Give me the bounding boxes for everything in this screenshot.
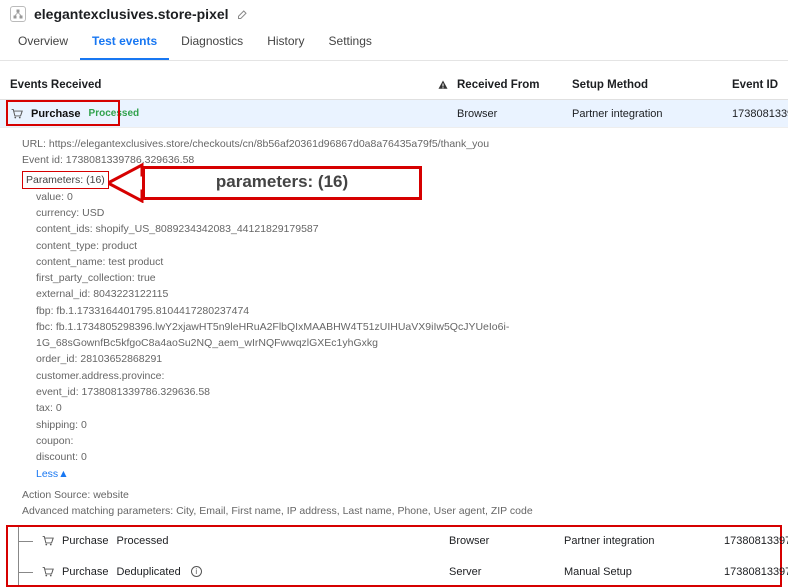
less-link[interactable]: Less▲ xyxy=(36,466,69,482)
param-row: event_id: 1738081339786.329636.58 xyxy=(36,384,778,400)
param-key: fbc: xyxy=(36,321,53,333)
param-key: shipping: xyxy=(36,419,78,431)
param-row: currency: USD xyxy=(36,205,778,221)
param-value: 0 xyxy=(64,191,73,203)
param-key: tax: xyxy=(36,402,53,414)
param-row: content_name: test product xyxy=(36,254,778,270)
param-row: order_id: 28103652868291 xyxy=(36,351,778,367)
action-source-value: website xyxy=(93,489,129,501)
param-key: content_name: xyxy=(36,256,105,268)
param-value: shopify_US_8089234342083_44121829179587 xyxy=(93,223,319,235)
param-value: 0 xyxy=(78,451,87,463)
event-name: Purchase xyxy=(62,566,108,578)
param-value: fb.1.1733164401795.810441728023747­4 xyxy=(54,305,250,317)
param-value: 1738081339786.329636.58 xyxy=(79,386,210,398)
param-row: external_id: 8043223122115 xyxy=(36,286,778,302)
param-key: discount: xyxy=(36,451,78,463)
url-key: URL: xyxy=(22,138,46,150)
param-value: test product xyxy=(105,256,163,268)
param-key: value: xyxy=(36,191,64,203)
param-row: content_type: product xyxy=(36,238,778,254)
param-row: tax: 0 xyxy=(36,400,778,416)
param-value: fb.1.1734805298396.lwY2xjawHT5n9leHRuA2F… xyxy=(36,321,509,349)
url-value: https://elegantexclusives.store/checkout… xyxy=(49,138,489,150)
param-value: 8043223122115 xyxy=(90,288,168,300)
param-value: 28103652868291 xyxy=(77,353,162,365)
parameters-list: value: 0currency: USDcontent_ids: shopif… xyxy=(22,189,778,466)
status-badge: Deduplicated xyxy=(116,566,180,578)
param-key: content_type: xyxy=(36,240,99,252)
param-row: coupon: xyxy=(36,433,778,449)
param-key: currency: xyxy=(36,207,79,219)
param-key: external_id: xyxy=(36,288,90,300)
annotation-box-row xyxy=(6,100,120,126)
param-value: USD xyxy=(79,207,104,219)
received-from: Browser xyxy=(457,108,572,120)
param-row: discount: 0 xyxy=(36,449,778,465)
param-key: content_ids: xyxy=(36,223,93,235)
page-title: elegantexclusives.store-pixel xyxy=(34,6,229,22)
param-key: customer.address.province: xyxy=(36,370,164,382)
param-row: customer.address.province: xyxy=(36,368,778,384)
edit-icon[interactable] xyxy=(237,8,249,20)
event-id: 1738081339786 xyxy=(732,108,788,120)
param-key: fbp: xyxy=(36,305,54,317)
page-header: elegantexclusives.store-pixel xyxy=(0,0,788,26)
param-key: order_id: xyxy=(36,353,77,365)
param-value: product xyxy=(99,240,137,252)
th-event-id: Event ID xyxy=(732,79,778,91)
setup-method: Partner integration xyxy=(572,108,732,120)
tabs: Overview Test events Diagnostics History… xyxy=(0,26,788,61)
tab-diagnostics[interactable]: Diagnostics xyxy=(169,26,255,60)
event-details: URL: https://elegantexclusives.store/che… xyxy=(0,128,788,525)
param-key: event_id: xyxy=(36,386,79,398)
tab-settings[interactable]: Settings xyxy=(317,26,384,60)
sub-events: Purchase Processed Browser Partner integ… xyxy=(0,525,788,587)
annotation-arrow-body: parameters: (16) xyxy=(142,166,422,200)
cart-icon xyxy=(41,565,54,578)
param-key: coupon: xyxy=(36,435,73,447)
action-source-key: Action Source: xyxy=(22,489,90,501)
amp-key: Advanced matching parameters: xyxy=(22,505,173,517)
table-header: Events Received Received From Setup Meth… xyxy=(0,71,788,100)
param-row: fbc: fb.1.1734805298396.lwY2xjawHT5n9leH… xyxy=(36,319,778,352)
setup-method: Manual Setup xyxy=(564,566,724,578)
param-row: content_ids: shopify_US_8089234342083_44… xyxy=(36,221,778,237)
th-setup-method: Setup Method xyxy=(572,79,732,91)
amp-value: City, Email, First name, IP address, Las… xyxy=(176,505,533,517)
event-id: 1738081339786 xyxy=(724,566,788,578)
info-icon[interactable]: i xyxy=(191,566,202,577)
annotation-arrow-text: parameters: (16) xyxy=(216,169,348,195)
param-value: 0 xyxy=(78,419,87,431)
warning-icon xyxy=(437,79,449,91)
tab-overview[interactable]: Overview xyxy=(6,26,80,60)
sub-event-row-server[interactable]: Purchase Deduplicated i Server Manual Se… xyxy=(19,556,788,587)
received-from: Server xyxy=(449,566,564,578)
th-events-received: Events Received xyxy=(10,79,101,91)
tab-history[interactable]: History xyxy=(255,26,316,60)
param-row: first_party_collection: true xyxy=(36,270,778,286)
pixel-icon xyxy=(10,6,26,22)
th-received-from: Received From xyxy=(457,79,572,91)
param-row: shipping: 0 xyxy=(36,417,778,433)
param-value: 0 xyxy=(53,402,62,414)
parameters-label[interactable]: Parameters: (16) xyxy=(22,171,109,189)
tab-test-events[interactable]: Test events xyxy=(80,26,169,60)
param-key: first_party_collection: xyxy=(36,272,135,284)
param-value: true xyxy=(135,272,156,284)
eventid-key: Event id: xyxy=(22,154,63,166)
param-row: fbp: fb.1.1733164401795.810441728023747­… xyxy=(36,303,778,319)
